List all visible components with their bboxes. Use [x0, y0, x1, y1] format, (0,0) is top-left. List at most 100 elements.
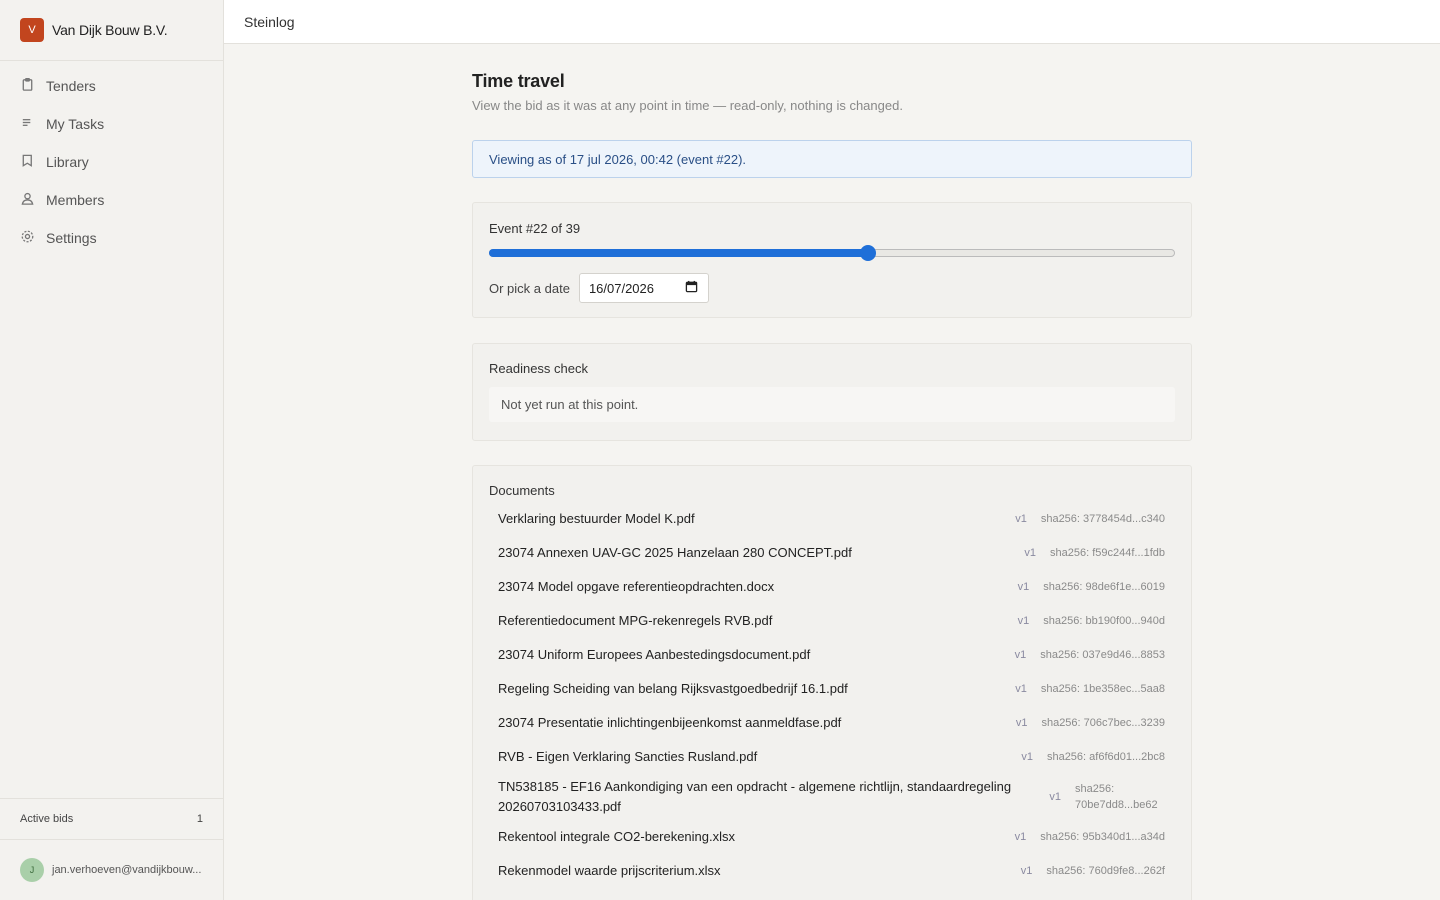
- version-badge: v1: [1014, 831, 1027, 843]
- list-item[interactable]: Regeling Scheiding van belang Rijksvastg…: [489, 672, 1175, 706]
- org-name: Van Dijk Bouw B.V.: [52, 22, 168, 38]
- document-list: Verklaring bestuurder Model K.pdf v1 sha25…: [489, 502, 1175, 888]
- org-avatar: V: [20, 18, 44, 42]
- active-bids-count: 1: [196, 813, 203, 825]
- document-meta: v1 sha256: 706c7bec...3239: [1016, 717, 1165, 729]
- document-name: Verklaring bestuurder Model K.pdf: [498, 511, 695, 526]
- sidebar-item-label: My Tasks: [46, 116, 105, 132]
- version-badge: v1: [1017, 581, 1030, 593]
- version-badge: v1: [1049, 791, 1061, 803]
- document-name: Rekentool integrale CO2-berekening.xlsx: [498, 829, 736, 844]
- version-badge: v1: [1021, 751, 1033, 763]
- sidebar-item-label: Tenders: [46, 78, 96, 94]
- gear-icon: [20, 229, 35, 247]
- document-hash: sha256: 760d9fe8...262f: [1046, 865, 1165, 877]
- document-name: Regeling Scheiding van belang Rijksvastg…: [498, 681, 848, 696]
- document-name: Referentiedocument MPG-rekenregels RVB.p…: [498, 613, 773, 628]
- timeline-card: Event #22 of 39 Or pick a date 16/07/202…: [472, 202, 1192, 318]
- list-item[interactable]: 23074 Uniform Europees Aanbestedingsdocu…: [489, 638, 1175, 672]
- page-title: Time travel: [472, 71, 565, 91]
- document-hash: sha256: 037e9d46...8853: [1040, 649, 1165, 661]
- sidebar-item-library[interactable]: Library: [0, 143, 223, 181]
- document-name: 23074 Uniform Europees Aanbestedingsdocu…: [498, 647, 811, 662]
- list-item[interactable]: Verklaring bestuurder Model K.pdf v1 sha25…: [489, 502, 1175, 536]
- viewing-as-of-banner: Viewing as of 17 jul 2026, 00:42 (event …: [472, 140, 1192, 178]
- user-email: jan.verhoeven@vandijkbouw...: [52, 864, 202, 876]
- document-meta: v1 sha256: 3778454d...c340: [1015, 513, 1165, 525]
- users-icon: [20, 191, 35, 209]
- top-bar: Steinlog: [224, 0, 1440, 44]
- list-item[interactable]: 23074 Presentatie inlichtingenbijeenkoms…: [489, 706, 1175, 740]
- slider-thumb[interactable]: [860, 245, 877, 261]
- documents-card: Documents Verklaring bestuurder Model K.…: [472, 465, 1192, 900]
- document-meta: v1 sha256: f59c244f...1fdb: [1024, 547, 1165, 559]
- document-meta: v1 sha256: 70be7dd8...be62: [1049, 781, 1165, 813]
- document-hash: sha256: 706c7bec...3239: [1041, 717, 1165, 729]
- version-badge: v1: [1017, 615, 1030, 627]
- page-subtitle: View the bid as it was at any point in t…: [472, 98, 903, 113]
- list-item[interactable]: 23074 Model opgave referentieopdrachten.…: [489, 570, 1175, 604]
- document-hash: sha256: 1be358ec...5aa8: [1040, 683, 1165, 695]
- date-value: 16/07/2026: [588, 280, 655, 296]
- sidebar-item-label: Members: [46, 192, 105, 208]
- sidebar-nav: Tenders My Tasks Library Members Setting…: [0, 61, 223, 257]
- version-badge: v1: [1024, 547, 1037, 559]
- clipboard-icon: [20, 77, 35, 95]
- version-badge: v1: [1015, 717, 1028, 729]
- document-hash: sha256: 3778454d...c340: [1040, 513, 1165, 525]
- sidebar-item-tenders[interactable]: Tenders: [0, 67, 223, 105]
- list-item[interactable]: Rekenmodel waarde prijscriterium.xlsx v1 s…: [489, 854, 1175, 888]
- version-badge: v1: [1015, 683, 1027, 695]
- date-input[interactable]: 16/07/2026: [578, 273, 709, 303]
- org-switcher[interactable]: V Van Dijk Bouw B.V.: [0, 0, 223, 61]
- document-hash: sha256: 98de6f1e...6019: [1043, 581, 1165, 593]
- readiness-card: Readiness check Not yet run at this poin…: [472, 343, 1192, 441]
- document-meta: v1 sha256: 037e9d46...8853: [1015, 649, 1165, 661]
- document-hash: sha256: 70be7dd8...be62: [1075, 783, 1158, 811]
- user-menu[interactable]: J jan.verhoeven@vandijkbouw...: [0, 840, 223, 900]
- book-icon: [20, 153, 35, 171]
- list-icon: [20, 115, 35, 133]
- calendar-icon[interactable]: [685, 280, 698, 296]
- document-meta: v1 sha256: 95b340d1...a34d: [1015, 831, 1165, 843]
- document-name: Rekenmodel waarde prijscriterium.xlsx: [498, 863, 721, 878]
- readiness-title: Readiness check: [489, 361, 588, 376]
- sidebar-item-my-tasks[interactable]: My Tasks: [0, 105, 223, 143]
- date-label: Or pick a date: [489, 280, 570, 296]
- active-bids[interactable]: Active bids 1: [0, 798, 223, 840]
- version-badge: v1: [1020, 865, 1033, 877]
- list-item[interactable]: RVB - Eigen Verklaring Sancties Rusland.…: [489, 740, 1175, 774]
- sidebar-item-label: Settings: [46, 230, 97, 246]
- version-badge: v1: [1015, 513, 1027, 525]
- documents-title: Documents: [489, 483, 555, 498]
- sidebar: V Van Dijk Bouw B.V. Tenders My Tasks Li…: [0, 0, 224, 900]
- slider-fill: [489, 249, 869, 257]
- version-badge: v1: [1014, 649, 1027, 661]
- main-content: Time travel View the bid as it was at an…: [472, 44, 1192, 900]
- sidebar-item-settings[interactable]: Settings: [0, 219, 223, 257]
- document-hash: sha256: f59c244f...1fdb: [1050, 547, 1165, 559]
- document-name: 23074 Annexen UAV-GC 2025 Hanzelaan 280 …: [498, 545, 852, 560]
- document-name: TN538185 - EF16 Aankondiging van een opd…: [498, 779, 1012, 814]
- document-name: 23074 Model opgave referentieopdrachten.…: [498, 579, 775, 594]
- sidebar-item-members[interactable]: Members: [0, 181, 223, 219]
- readiness-status: Not yet run at this point.: [489, 387, 1175, 422]
- event-label: Event #22 of 39: [489, 221, 581, 236]
- list-item[interactable]: 23074 Annexen UAV-GC 2025 Hanzelaan 280 …: [489, 536, 1175, 570]
- date-picker-row: Or pick a date 16/07/2026: [489, 273, 1175, 303]
- app-title: Steinlog: [244, 13, 295, 30]
- list-item[interactable]: Rekentool integrale CO2-berekening.xlsx v…: [489, 820, 1175, 854]
- document-hash: sha256: bb190f00...940d: [1043, 615, 1165, 627]
- list-item[interactable]: Referentiedocument MPG-rekenregels RVB.p…: [489, 604, 1175, 638]
- document-name: 23074 Presentatie inlichtingenbijeenkoms…: [498, 715, 842, 730]
- document-meta: v1 sha256: af6f6d01...2bc8: [1021, 751, 1165, 763]
- document-meta: v1 sha256: bb190f00...940d: [1018, 615, 1165, 627]
- active-bids-label: Active bids: [20, 813, 74, 825]
- event-slider[interactable]: [489, 245, 1175, 261]
- document-meta: v1 sha256: 760d9fe8...262f: [1021, 865, 1165, 877]
- list-item[interactable]: TN538185 - EF16 Aankondiging van een opd…: [489, 774, 1175, 820]
- document-meta: v1 sha256: 1be358ec...5aa8: [1015, 683, 1165, 695]
- document-name: RVB - Eigen Verklaring Sancties Rusland.…: [498, 749, 758, 764]
- document-meta: v1 sha256: 98de6f1e...6019: [1018, 581, 1165, 593]
- avatar: J: [20, 858, 44, 882]
